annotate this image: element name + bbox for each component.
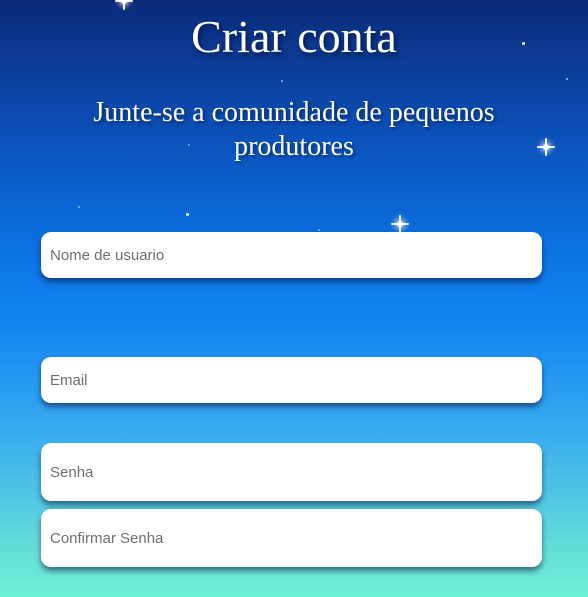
password-field[interactable] [41,443,542,501]
username-field[interactable] [41,232,542,278]
star-decoration [186,213,189,216]
confirm-password-field[interactable] [41,509,542,567]
star-decoration [281,80,283,82]
star-decoration [318,229,320,231]
sparkle-decoration [391,215,409,233]
star-decoration [78,206,80,208]
page-title: Criar conta [191,11,397,62]
sparkle-decoration [115,0,133,10]
star-decoration [566,78,568,80]
email-field[interactable] [41,357,542,403]
page-subtitle: Junte-se a comunidade de pequenos produt… [93,97,495,162]
sparkle-decoration [537,138,555,156]
